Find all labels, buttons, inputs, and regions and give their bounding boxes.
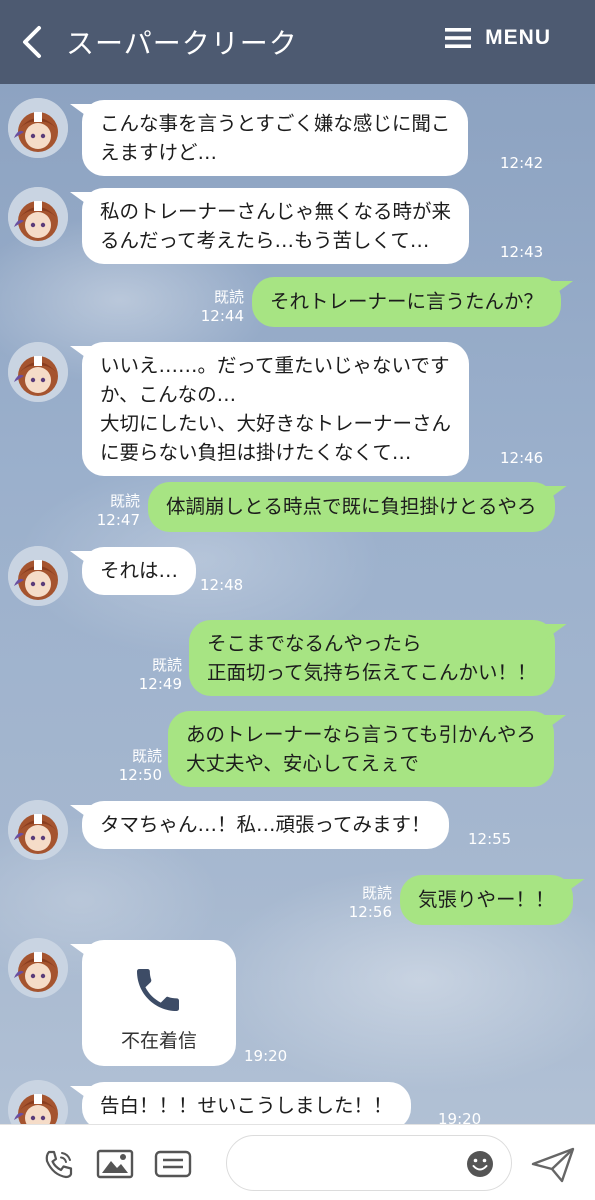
message-bubble-incoming[interactable]: いいえ……。だって重たいじゃないです か、こんなの… 大切にしたい、大好きなトレ… [82, 342, 470, 476]
image-icon [96, 1149, 134, 1179]
avatar[interactable] [8, 187, 68, 247]
avatar-icon [8, 800, 68, 860]
missed-call-label: 不在着信 [120, 1030, 197, 1052]
message-line: あのトレーナーなら言うても引かんやろ [186, 723, 537, 746]
message-bubble-outgoing[interactable]: 気張りやー！！ [400, 875, 573, 925]
missed-call-card[interactable]: 不在着信 [82, 940, 236, 1066]
message-line: 告白！！！せいこうしました！！ [100, 1094, 393, 1117]
message-line: 正面切って気持ち伝えてこんかい！！ [207, 661, 537, 684]
message-time: 12:47 [96, 511, 140, 529]
read-receipt: 既読 [361, 884, 392, 902]
message-time: 12:44 [200, 307, 244, 325]
message-line: か、こんなの… [100, 383, 237, 406]
message-line: いいえ……。だって重たいじゃないです [100, 354, 450, 377]
read-receipt: 既読 [151, 656, 182, 674]
message-time: 12:56 [348, 903, 392, 921]
read-receipt: 既読 [131, 747, 162, 765]
menu-icon [445, 28, 472, 48]
menu-button[interactable]: MENU [445, 26, 551, 50]
message-time: 19:20 [244, 1047, 288, 1065]
message-input[interactable] [226, 1135, 512, 1191]
message-bubble-incoming[interactable]: 告白！！！せいこうしました！！ [82, 1082, 411, 1130]
menu-label: MENU [485, 26, 551, 49]
message-time: 12:43 [500, 243, 544, 261]
avatar[interactable] [8, 546, 68, 606]
avatar[interactable] [8, 938, 68, 998]
avatar-icon [8, 938, 68, 998]
emoji-icon[interactable] [465, 1149, 495, 1179]
send-button[interactable] [530, 1145, 576, 1185]
read-receipt: 既読 [109, 492, 140, 510]
message-line: 私のトレーナーさんじゃ無くなる時が来 [100, 200, 452, 223]
message-line: それは… [100, 559, 179, 582]
message-line: に要らない負担は掛けたくなくて… [100, 441, 412, 464]
message-line: るんだって考えたら…もう苦しくて… [100, 229, 430, 252]
message-bubble-outgoing[interactable]: そこまでなるんやったら 正面切って気持ち伝えてこんかい！！ [189, 620, 555, 696]
avatar-icon [8, 342, 68, 402]
keep-memo-icon [154, 1150, 192, 1178]
avatar-icon [8, 187, 68, 247]
message-line: 大切にしたい、大好きなトレーナーさん [100, 412, 452, 435]
message-line: こんな事を言うとすごく嫌な感じに聞こ [100, 112, 451, 135]
voice-call-button[interactable] [40, 1145, 78, 1183]
avatar[interactable] [8, 800, 68, 860]
message-bubble-outgoing[interactable]: それトレーナーに言うたんか？ [252, 277, 562, 327]
message-meta: 既読 12:50 [114, 747, 162, 785]
message-bubble-outgoing[interactable]: 体調崩しとる時点で既に負担掛けとるやろ [148, 482, 555, 532]
keep-memo-button[interactable] [154, 1145, 192, 1183]
voice-call-icon [45, 1150, 73, 1179]
message-meta: 既読 12:49 [134, 656, 182, 694]
message-bubble-incoming[interactable]: タマちゃん…！私…頑張ってみます！ [82, 801, 449, 849]
message-bubble-incoming[interactable]: それは… [82, 547, 197, 595]
message-line: 大丈夫や、安心してえぇで [186, 752, 419, 775]
chat-header: スーパークリーク MENU [0, 0, 595, 84]
avatar-icon [8, 546, 68, 606]
message-line: タマちゃん…！私…頑張ってみます！ [100, 813, 431, 836]
message-time: 12:55 [468, 830, 512, 848]
message-time: 12:50 [118, 766, 162, 784]
message-line: えますけど… [100, 141, 218, 164]
phone-icon [137, 969, 179, 1011]
message-line: 体調崩しとる時点で既に負担掛けとるやろ [166, 495, 537, 518]
message-meta: 既読 12:44 [196, 288, 244, 326]
message-time: 12:42 [500, 154, 544, 172]
message-bubble-incoming[interactable]: こんな事を言うとすごく嫌な感じに聞こ えますけど… [82, 100, 469, 176]
read-receipt: 既読 [213, 288, 244, 306]
message-time: 12:46 [500, 449, 544, 467]
message-bubble-outgoing[interactable]: あのトレーナーなら言うても引かんやろ 大丈夫や、安心してえぇで [168, 711, 555, 787]
message-time: 12:48 [200, 576, 244, 594]
message-bubble-incoming[interactable]: 私のトレーナーさんじゃ無くなる時が来 るんだって考えたら…もう苦しくて… [82, 188, 470, 264]
avatar[interactable] [8, 98, 68, 158]
message-line: そこまでなるんやったら [207, 632, 422, 655]
back-arrow-icon [23, 26, 41, 58]
message-meta: 既読 12:47 [92, 492, 140, 530]
avatar[interactable] [8, 342, 68, 402]
avatar-icon [8, 98, 68, 158]
message-meta: 既読 12:56 [344, 884, 392, 922]
message-line: それトレーナーに言うたんか？ [270, 290, 544, 313]
send-icon [531, 1147, 575, 1183]
image-button[interactable] [96, 1145, 134, 1183]
message-line: 気張りやー！！ [418, 888, 555, 911]
chat-title: スーパークリーク [66, 27, 298, 60]
message-input-bar [0, 1124, 595, 1200]
back-button[interactable] [16, 24, 52, 60]
message-time: 12:49 [138, 675, 182, 693]
